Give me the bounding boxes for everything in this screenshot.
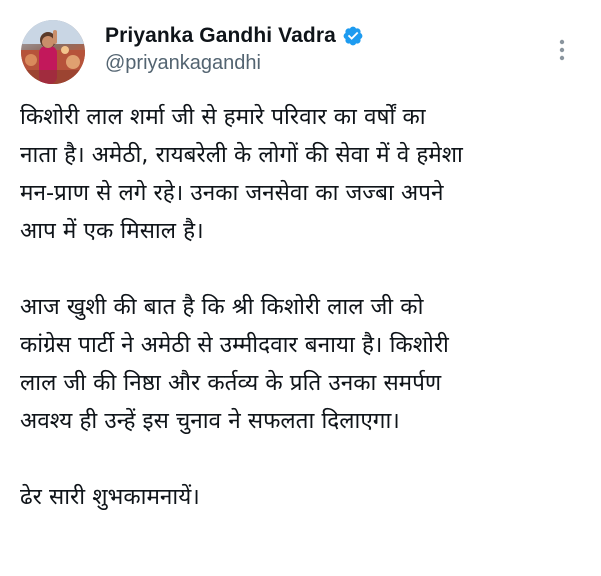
tweet-card: Priyanka Gandhi Vadra @priyankagandhi कि…	[0, 0, 601, 576]
avatar[interactable]	[21, 20, 85, 84]
tweet-text-line: कांग्रेस पार्टी ने अमेठी से उम्मीदवार बन…	[20, 332, 449, 358]
tweet-paragraph-1: किशोरी लाल शर्मा जी से हमारे परिवार का व…	[20, 98, 590, 250]
tweet-paragraph-2: आज खुशी की बात है कि श्री किशोरी लाल जी …	[20, 288, 590, 440]
tweet-text-line: आप में एक मिसाल है।	[20, 218, 204, 244]
author-handle[interactable]: @priyankagandhi	[105, 52, 261, 75]
avatar-photo	[21, 20, 85, 84]
tweet-text: किशोरी लाल शर्मा जी से हमारे परिवार का व…	[20, 98, 590, 516]
tweet-text-line: ढेर सारी शुभकामनायें।	[20, 484, 200, 510]
tweet-paragraph-3: ढेर सारी शुभकामनायें।	[20, 478, 590, 516]
tweet-text-line: किशोरी लाल शर्मा जी से हमारे परिवार का व…	[20, 104, 426, 130]
tweet-text-line: नाता है। अमेठी, रायबरेली के लोगों की सेव…	[20, 142, 463, 168]
tweet-text-line: अवश्य ही उन्हें इस चुनाव ने सफलता दिलाएग…	[20, 408, 400, 434]
author-display-name[interactable]: Priyanka Gandhi Vadra	[105, 24, 336, 48]
author-name-row: Priyanka Gandhi Vadra	[105, 24, 364, 48]
tweet-text-line: आज खुशी की बात है कि श्री किशोरी लाल जी …	[20, 294, 424, 320]
more-options-icon[interactable]	[548, 36, 576, 64]
tweet-text-line: मन-प्राण से लगे रहे। उनका जनसेवा का जज्ब…	[20, 180, 444, 206]
verified-badge-icon	[342, 25, 364, 47]
tweet-text-line: लाल जी की निष्ठा और कर्तव्य के प्रति उनक…	[20, 370, 442, 396]
